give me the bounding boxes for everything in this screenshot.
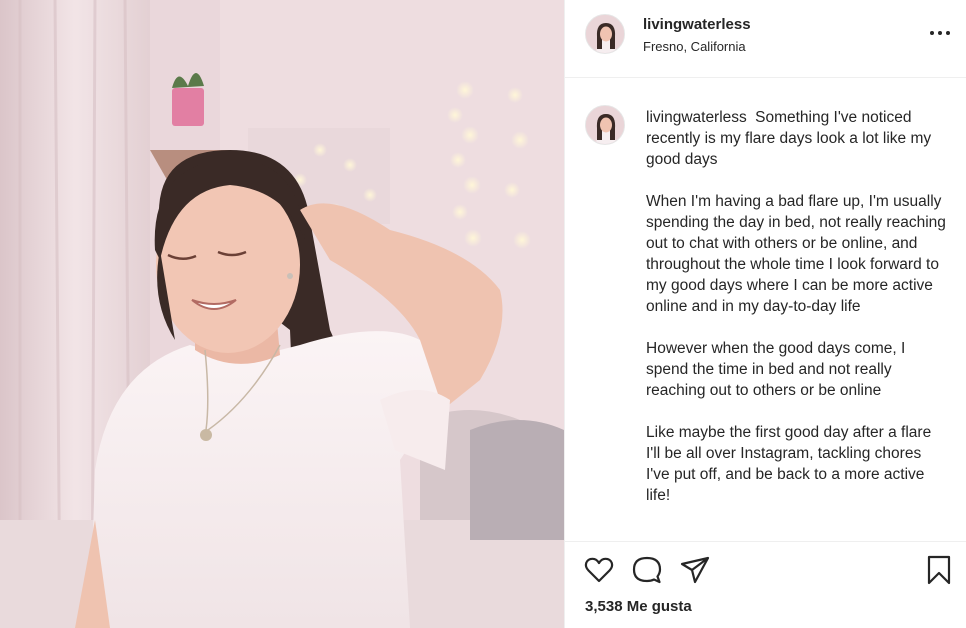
avatar[interactable] (585, 14, 625, 54)
bookmark-icon[interactable] (923, 554, 955, 586)
paper-plane-icon[interactable] (679, 554, 711, 586)
caption-area: livingwaterless Something I've noticed r… (565, 79, 966, 541)
post-actions: 3,538 Me gusta (565, 541, 966, 628)
caption-paragraph: However when the good days come, I spend… (646, 340, 906, 399)
comment-icon[interactable] (631, 554, 663, 586)
post-header: livingwaterless Fresno, California (565, 0, 966, 78)
post-location[interactable]: Fresno, California (643, 39, 746, 54)
post-caption: livingwaterless Something I've noticed r… (646, 107, 946, 527)
caption-first-paragraph: livingwaterless Something I've noticed r… (646, 107, 946, 170)
caption-avatar-image (586, 106, 624, 144)
post-photo[interactable] (0, 0, 564, 628)
likes-count[interactable]: 3,538 Me gusta (585, 598, 692, 615)
post-author-username[interactable]: livingwaterless (643, 16, 751, 33)
more-options-icon[interactable] (929, 22, 951, 42)
caption-paragraph: Like maybe the first good day after a fl… (646, 424, 932, 504)
caption-paragraph: When I'm having a bad flare up, I'm usua… (646, 193, 946, 315)
heart-icon[interactable] (583, 554, 615, 586)
caption-avatar[interactable] (585, 105, 625, 145)
avatar-image (586, 15, 624, 53)
caption-username[interactable]: livingwaterless (646, 109, 747, 126)
post-side-panel: livingwaterless Fresno, California livin… (564, 0, 966, 628)
post-photo-illustration (0, 0, 564, 628)
